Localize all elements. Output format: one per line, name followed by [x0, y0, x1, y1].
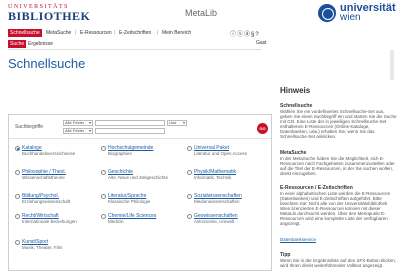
field1-select[interactable]: Alle Felder	[63, 120, 93, 126]
radio-icon[interactable]	[187, 214, 192, 219]
radio-icon[interactable]	[101, 194, 106, 199]
nav-metasuche[interactable]: MetaSuche	[44, 29, 73, 37]
univie-logo-line2: wien	[340, 12, 361, 23]
ub-logo[interactable]: UNIVERSITÄTS BIBLIOTHEK	[8, 4, 91, 24]
radio-icon[interactable]	[187, 170, 192, 175]
radio-icon[interactable]	[15, 146, 20, 151]
scrollbar-thumb[interactable]	[390, 50, 394, 80]
radio-icon[interactable]	[101, 170, 106, 175]
page-header: UNIVERSITÄTS BIBLIOTHEK MetaLib universi…	[0, 0, 399, 28]
radio-icon[interactable]	[15, 170, 20, 175]
category-sub: Musik, Theater, Film	[22, 245, 63, 250]
ub-logo-line2: BIBLIOTHEK	[8, 9, 91, 23]
page-title: Schnellsuche	[8, 56, 86, 71]
help-section-text: Wählen Sie ein vordefiniertes Schnellsuc…	[280, 109, 397, 139]
category-sub: Medienwissenschaften	[194, 199, 240, 204]
category-sub: Medizin	[108, 219, 124, 224]
field2-select[interactable]: Alle Felder	[63, 128, 93, 134]
help-panel: Hinweis Schnellsuche Wählen Sie ein vord…	[278, 74, 399, 271]
help-section-text: In der MetaSuche haben Sie die Möglichke…	[280, 156, 395, 176]
radio-icon[interactable]	[101, 214, 106, 219]
search-input-1[interactable]	[95, 120, 165, 126]
quicksearch-panel: Suchbegriffe Alle Felder Und Alle Felder…	[8, 114, 272, 271]
category-sub: Wissenschaftstheorie	[22, 175, 65, 180]
radio-icon[interactable]	[101, 146, 106, 151]
nav-separator: |	[75, 30, 77, 36]
subnav-suche[interactable]: Suche	[8, 40, 27, 48]
go-button[interactable]: GO	[257, 123, 268, 134]
main-nav: Schnellsuche MetaSuche | E-Ressourcen | …	[0, 28, 399, 38]
nav-schnellsuche[interactable]: Schnellsuche	[8, 29, 42, 37]
subnav-ergebnisse[interactable]: Ergebnisse	[26, 40, 55, 48]
category-sub: Internationale Beziehungen	[22, 219, 77, 224]
radio-icon[interactable]	[187, 194, 192, 199]
nav-mein-bereich[interactable]: Mein Bereich	[160, 29, 193, 37]
radio-icon[interactable]	[15, 214, 20, 219]
divider	[8, 49, 261, 50]
category-sub: Astronomie, Umwelt	[194, 219, 235, 224]
app-title: MetaLib	[185, 8, 218, 18]
category-sub: Biographien	[108, 151, 133, 156]
univie-logo[interactable]: universität wien	[318, 3, 396, 25]
help-title: Hinweis	[280, 86, 311, 95]
radio-icon[interactable]	[187, 146, 192, 151]
search-input-2[interactable]	[95, 128, 165, 134]
category-sub: Erziehungswissenschaft	[22, 199, 71, 204]
user-status: Gast	[256, 40, 267, 46]
category-sub: Klassische Philologie	[108, 199, 151, 204]
category-sub: Buchhandelsverzeichnisse	[22, 151, 76, 156]
category-sub: Informatik, Technik	[194, 175, 232, 180]
univie-seal-icon	[318, 4, 336, 22]
radio-icon[interactable]	[15, 194, 20, 199]
operator-select[interactable]: Und	[167, 120, 187, 126]
nav-e-zeitschriften[interactable]: E-Zeitschriften	[117, 29, 153, 37]
help-section-text: In einer alphabetischen Liste werden die…	[280, 191, 391, 226]
search-row: Suchbegriffe Alle Felder Und Alle Felder…	[9, 115, 271, 139]
nav-separator: |	[157, 30, 159, 36]
nav-e-ressourcen[interactable]: E-Ressourcen	[78, 29, 114, 37]
category-sub: Literatur und Open Access	[194, 151, 248, 156]
datenbankservice-link[interactable]: Datenbankservice	[280, 237, 316, 242]
help-link-row: Datenbankservice	[280, 237, 397, 242]
search-label: Suchbegriffe	[15, 124, 43, 130]
help-section-text: Wenn Sie in der Ergebnisliste auf den SF…	[280, 258, 396, 268]
nav-separator: |	[114, 30, 116, 36]
category-sub: Alte, Neue und Zeitgeschichte	[108, 175, 169, 180]
sub-nav: Suche Ergebnisse	[0, 39, 399, 49]
radio-icon[interactable]	[15, 240, 20, 245]
nav-utility-icons[interactable]: ⓘⓢⓓ§?	[230, 29, 260, 38]
